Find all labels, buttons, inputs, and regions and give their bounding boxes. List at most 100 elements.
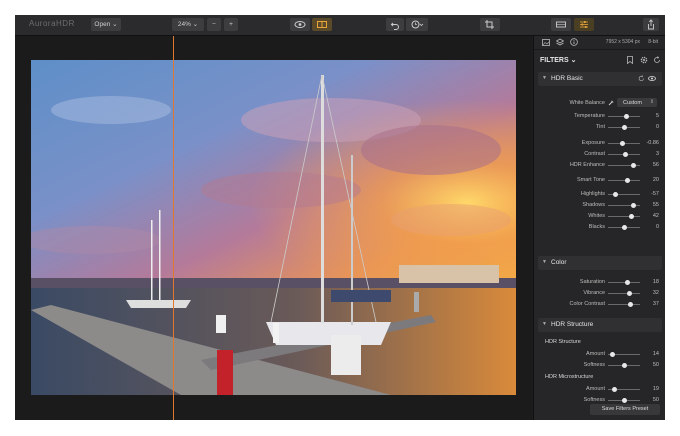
section-title: Color: [551, 259, 567, 266]
marina-sunset-photo: [31, 60, 516, 395]
slider-row: Exposure -0.86: [534, 138, 665, 148]
reset-icon[interactable]: [653, 56, 661, 64]
zoom-out-button[interactable]: −: [207, 18, 221, 31]
history-button[interactable]: [406, 18, 428, 31]
undo-button[interactable]: [386, 18, 404, 31]
preview-button[interactable]: [290, 18, 310, 31]
presets-icon: [556, 21, 566, 28]
share-button[interactable]: [643, 18, 659, 31]
split-view-button[interactable]: [312, 18, 332, 31]
slider-track[interactable]: [608, 304, 640, 305]
slider-handle[interactable]: [625, 178, 631, 183]
slider-value[interactable]: 20: [639, 177, 659, 183]
slider-handle[interactable]: [622, 152, 628, 157]
eye-icon[interactable]: [648, 75, 656, 82]
hdr-structure-section-header[interactable]: ▼ HDR Structure: [538, 318, 662, 332]
slider-row: Contrast 3: [534, 149, 665, 159]
white-balance-row: White Balance Custom ⇕: [534, 98, 665, 108]
slider-label: Color Contrast: [569, 301, 605, 307]
presets-panel-button[interactable]: [551, 18, 571, 31]
slider-value[interactable]: 37: [639, 301, 659, 307]
slider-track[interactable]: [608, 293, 640, 294]
slider-row: Temperature 5: [534, 111, 665, 121]
color-section-header[interactable]: ▼ Color: [538, 256, 662, 270]
slider-handle[interactable]: [630, 203, 636, 208]
slider-value[interactable]: 0: [639, 224, 659, 230]
slider-value[interactable]: 42: [639, 213, 659, 219]
slider-label: Saturation: [579, 279, 605, 285]
slider-label: HDR Enhance: [569, 162, 605, 168]
slider-value[interactable]: 5: [639, 113, 659, 119]
slider-handle[interactable]: [622, 398, 627, 403]
undo-icon: [390, 22, 399, 30]
image-canvas[interactable]: [15, 36, 532, 420]
split-view-icon: [317, 21, 327, 28]
save-filters-preset-button[interactable]: Save Filters Preset: [590, 404, 660, 415]
compare-split-handle[interactable]: [173, 36, 174, 420]
slider-handle[interactable]: [612, 387, 618, 392]
eye-icon: [294, 21, 306, 28]
info-icon[interactable]: [570, 38, 578, 46]
slider-handle[interactable]: [610, 352, 616, 357]
share-icon: [648, 19, 654, 30]
slider-handle[interactable]: [628, 214, 634, 219]
image-icon[interactable]: [542, 39, 550, 46]
open-button[interactable]: Open ⌄: [91, 18, 121, 31]
slider-label: Blacks: [588, 224, 605, 230]
slider-handle[interactable]: [622, 125, 627, 130]
layers-icon[interactable]: [556, 38, 564, 46]
slider-value[interactable]: 55: [639, 202, 659, 208]
slider-row: Whites 42: [534, 211, 665, 221]
slider-label: Softness: [583, 362, 605, 368]
white-balance-label: White Balance: [569, 100, 605, 106]
slider-value[interactable]: -0.86: [639, 140, 659, 146]
section-title: HDR Structure: [551, 321, 594, 328]
slider-row: Saturation 18: [534, 277, 665, 287]
crop-button[interactable]: [480, 18, 500, 31]
slider-handle[interactable]: [622, 363, 627, 368]
slider-handle[interactable]: [620, 141, 626, 146]
slider-label: Shadows: [582, 202, 605, 208]
slider-value[interactable]: 3: [639, 151, 659, 157]
white-balance-select[interactable]: Custom ⇕: [617, 98, 657, 107]
slider-handle[interactable]: [627, 291, 633, 296]
zoom-in-button[interactable]: +: [224, 18, 238, 31]
slider-value[interactable]: 19: [639, 386, 659, 392]
hdr-microstructure-subheading: HDR Microstructure: [545, 374, 594, 380]
slider-handle[interactable]: [622, 225, 627, 230]
slider-handle[interactable]: [613, 192, 619, 197]
reset-icon[interactable]: [638, 75, 645, 82]
slider-handle[interactable]: [628, 302, 634, 307]
eyedropper-icon[interactable]: [608, 100, 614, 106]
slider-handle[interactable]: [624, 280, 630, 285]
chevron-down-icon: ▼: [542, 259, 547, 265]
slider-value[interactable]: 50: [639, 362, 659, 368]
slider-label: Tint: [596, 124, 605, 130]
gear-icon[interactable]: [640, 56, 648, 64]
filters-dropdown[interactable]: FILTERS ⌄: [540, 56, 576, 64]
slider-value[interactable]: 32: [639, 290, 659, 296]
slider-handle[interactable]: [623, 114, 629, 119]
slider-value[interactable]: 14: [639, 351, 659, 357]
zoom-select[interactable]: 24% ⌄: [172, 18, 204, 31]
slider-label: Smart Tone: [576, 177, 605, 183]
chevron-updown-icon: ⇕: [649, 99, 654, 105]
slider-handle[interactable]: [630, 163, 636, 168]
top-toolbar: AuroraHDR Open ⌄ 24% ⌄ − +: [15, 15, 665, 36]
slider-row: Vibrance 32: [534, 288, 665, 298]
slider-label: Exposure: [581, 140, 605, 146]
slider-value[interactable]: 0: [639, 124, 659, 130]
hdr-basic-section-header[interactable]: ▼ HDR Basic: [538, 72, 662, 86]
image-dimensions: 7952 x 5304 px: [605, 39, 640, 45]
chevron-down-icon: ▼: [542, 75, 547, 81]
slider-row: Amount 19: [534, 384, 665, 394]
slider-track[interactable]: [608, 216, 640, 217]
slider-track[interactable]: [608, 180, 640, 181]
filters-panel-button[interactable]: [574, 18, 594, 31]
bookmark-icon[interactable]: [626, 56, 634, 64]
slider-value[interactable]: 18: [639, 279, 659, 285]
white-balance-value: Custom: [623, 100, 642, 106]
slider-value[interactable]: 50: [639, 397, 659, 403]
slider-value[interactable]: -57: [639, 191, 659, 197]
slider-value[interactable]: 56: [639, 162, 659, 168]
